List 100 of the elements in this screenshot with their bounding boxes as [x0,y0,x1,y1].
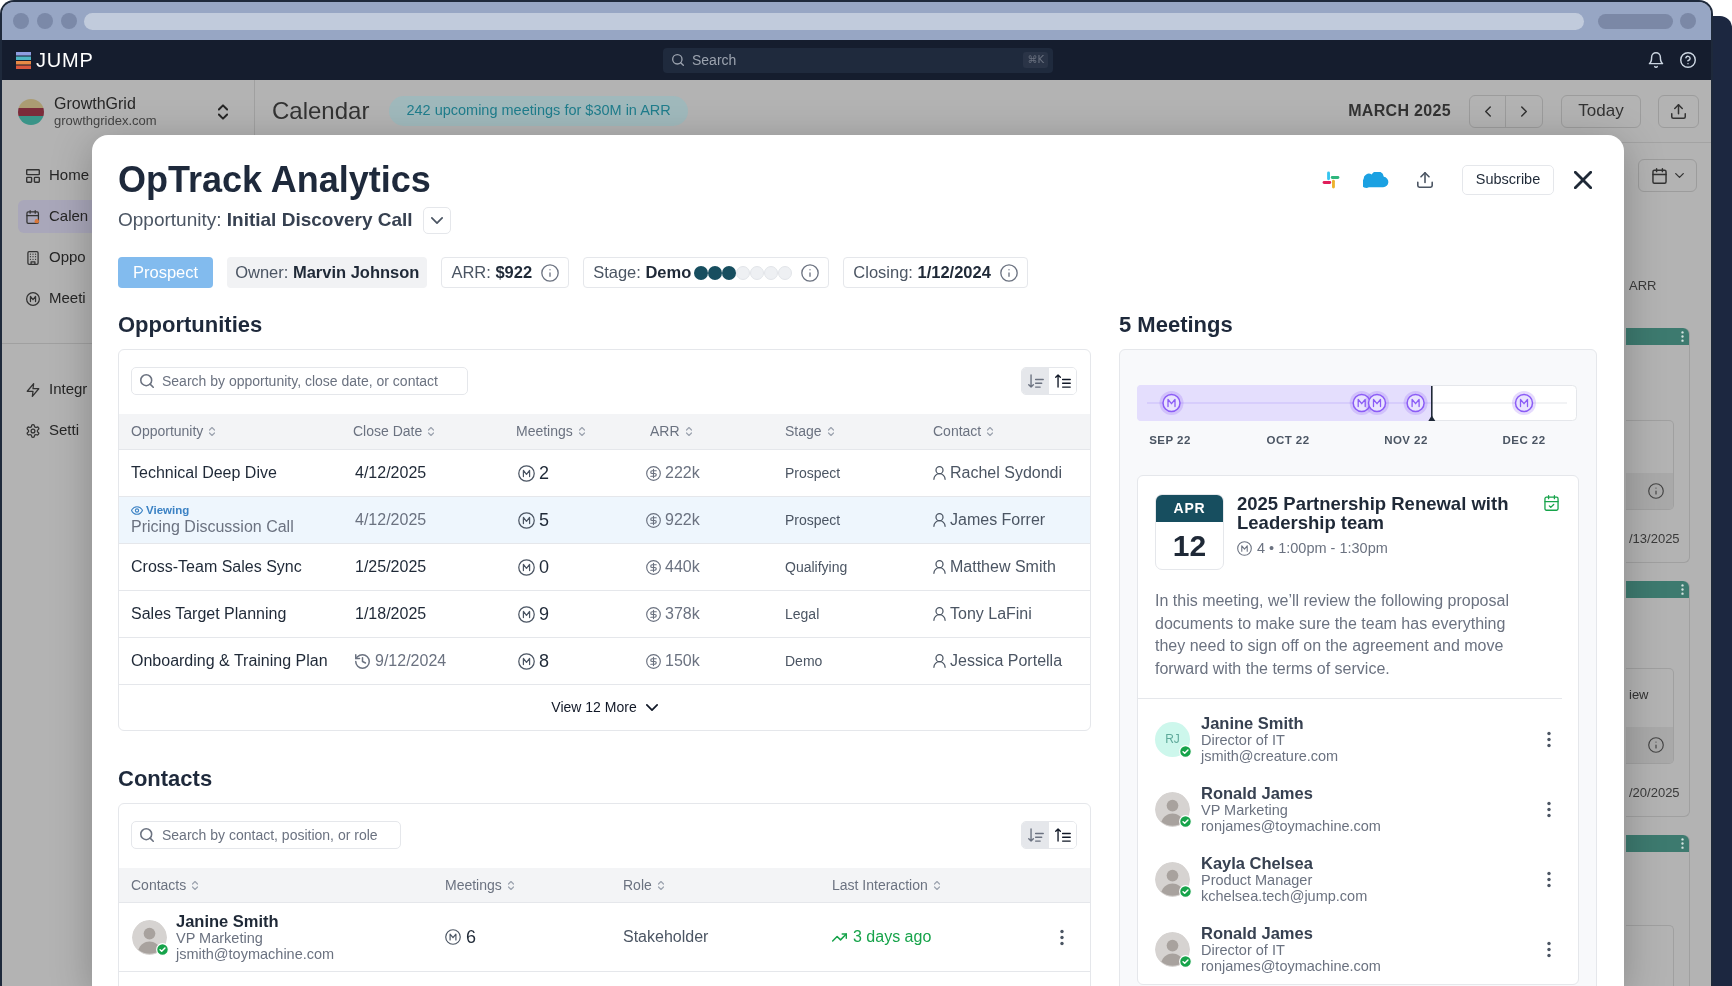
column-header[interactable]: Close Date [353,421,435,442]
opportunity-name: Sales Target Planning [131,604,288,624]
workspace-domain: growthgridex.com [54,113,157,129]
today-button[interactable]: Today [1561,94,1641,128]
meeting-marker[interactable] [1403,391,1428,415]
colored-hash-icon[interactable] [1322,171,1340,189]
current-time-marker [1428,385,1436,421]
more-menu-icon[interactable] [1681,584,1684,595]
contact-name: Matthew Smith [950,557,1056,577]
sidebar-item[interactable]: Meeti [18,282,92,315]
attendee-name: Ronald James [1201,924,1314,942]
sort-icon [933,880,940,890]
meeting-marker[interactable] [1365,391,1389,415]
person-avatar-icon [1155,931,1190,967]
more-menu-icon[interactable] [1060,928,1064,946]
cloud-icon[interactable] [1363,172,1389,188]
search-field[interactable]: Search by contact, position, or role [131,821,401,849]
attendee-email: jsmith@creature.com [1201,747,1340,764]
export-button[interactable] [1658,94,1699,128]
sort-icon [428,427,435,436]
column-header[interactable]: Opportunity [131,421,216,442]
chevron-down-icon [645,704,658,711]
person-icon [933,560,946,574]
contact-name: Tony LaFini [950,604,1032,624]
attendee-name: Janine Smith [1201,714,1305,732]
subscribe-button[interactable]: Subscribe [1462,165,1554,195]
person-icon [933,607,946,621]
lightning-icon [26,382,40,397]
dollar-circle-icon [646,559,661,575]
more-menu-icon[interactable] [1547,940,1551,958]
more-menu-icon[interactable] [1681,331,1684,342]
column-header[interactable]: ARR [650,421,692,442]
table-row[interactable]: Viewing Pricing Discussion Call 4/12/2025 5 922k Prospect James Forrer [119,496,1090,543]
info-icon[interactable] [1648,737,1664,753]
opportunity-dropdown-button[interactable] [422,207,451,234]
close-date: 4/12/2025 [355,463,427,483]
sidebar-item[interactable]: Home [18,159,92,192]
meeting-marker[interactable] [1159,391,1184,415]
view-more-button[interactable]: View 12 More [551,697,658,718]
timeline-month-label: SEP 22 [1149,433,1191,447]
info-icon[interactable] [1648,483,1664,499]
more-menu-icon[interactable] [1681,838,1684,849]
more-menu-icon[interactable] [1547,870,1551,888]
more-menu-icon[interactable] [1547,800,1551,818]
column-header[interactable]: Stage [785,421,834,442]
meeting-description: In this meeting, we’ll review the following proposal documents to make sure the team has everything they need to sign off on the agreement and move forward with the terms of service. [1155,591,1510,679]
section-heading: 5 Meetings [1119,312,1234,338]
meeting-count: 9 [539,602,549,626]
m-circle-icon [1237,540,1252,556]
sort-ascending-icon [1054,828,1071,842]
m-circle-icon [518,605,535,623]
close-button[interactable] [1572,169,1594,191]
last-interaction: 3 days ago [853,927,932,947]
attendee-title: Product Manager [1201,871,1314,888]
contact-role: Stakeholder [623,927,710,947]
column-header[interactable]: Meetings [516,421,585,442]
sidebar-item[interactable]: Calen [18,200,92,233]
upload-icon[interactable] [1417,172,1433,188]
meetings-summary: 242 upcoming meetings for $30M in ARR [389,96,688,126]
opportunity-name: Pricing Discussion Call [131,517,295,537]
more-menu-icon[interactable] [1547,730,1551,748]
info-icon[interactable] [999,263,1018,282]
logo-text: JUMP [36,50,94,70]
meeting-count: 8 [539,649,549,673]
meeting-count: 5 [539,508,549,532]
meeting-title: 2025 Partnership Renewal with Leadership team [1237,494,1510,532]
person-avatar-icon [1155,791,1190,827]
arr-value: 222k [665,463,700,483]
info-icon[interactable] [801,263,820,282]
sidebar-item[interactable]: Oppo [18,241,92,274]
column-header[interactable]: Meetings [445,874,514,896]
detail-text: Closing: 1/12/2024 [853,262,991,284]
upload-icon [1671,103,1686,119]
calendar-view-button[interactable] [1638,159,1697,192]
column-header[interactable]: Last Interaction [832,874,940,896]
person-avatar-icon [1155,861,1190,897]
m-circle-icon [445,929,461,945]
sidebar-item[interactable]: Setti [18,414,92,447]
trending-up-icon [832,932,847,942]
meeting-count: 0 [539,555,549,579]
person-icon [933,466,946,480]
chevrons-up-down-icon[interactable] [218,103,228,120]
arr-value: 378k [665,604,700,624]
info-icon[interactable] [541,263,560,282]
column-header[interactable]: Role [623,874,664,896]
arr-value: 440k [665,557,700,577]
help-icon[interactable] [1680,52,1696,68]
settings-icon [26,423,40,438]
viewing-label: Viewing [146,503,190,517]
close-icon [1574,171,1592,189]
m-circle-icon [26,291,40,306]
column-header[interactable]: Contacts [131,874,199,896]
column-header[interactable]: Contact [933,421,994,442]
search-field[interactable]: Search by opportunity, close date, or contact [131,367,468,395]
sidebar-item[interactable]: Integr [18,373,92,406]
meeting-marker[interactable] [1512,391,1536,415]
contact-name: Rachel Sydondi [950,463,1063,483]
notifications-bell-icon[interactable] [1648,52,1664,68]
modal-title: OpTrack Analytics [118,160,432,200]
sort-icon [209,427,216,436]
